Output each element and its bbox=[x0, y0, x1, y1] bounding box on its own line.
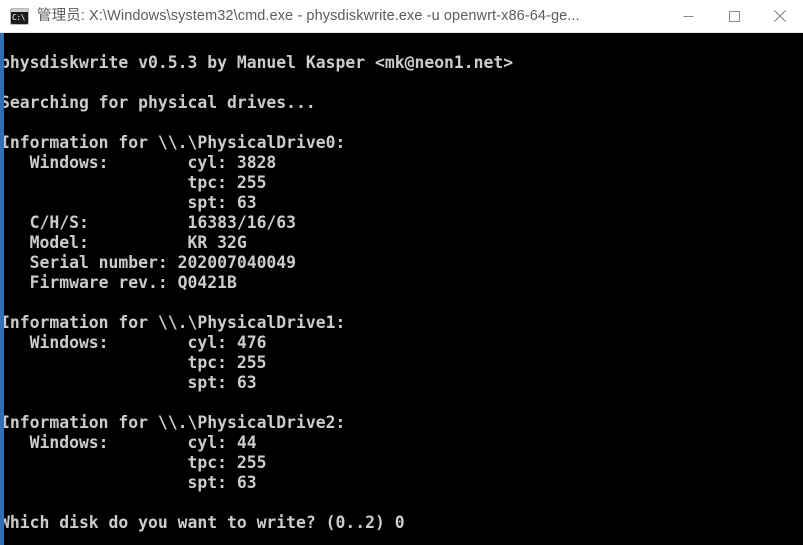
console-line: Firmware rev.: Q0421B bbox=[4, 273, 237, 292]
minimize-button[interactable] bbox=[665, 0, 711, 33]
console-line: Information for \\.\PhysicalDrive1: bbox=[4, 313, 346, 332]
console-line: Information for \\.\PhysicalDrive2: bbox=[4, 413, 346, 432]
console-line: C/H/S: 16383/16/63 bbox=[4, 213, 297, 232]
console-line: spt: 63 bbox=[4, 193, 257, 212]
window-controls bbox=[665, 0, 803, 33]
console-line: Windows: cyl: 476 bbox=[4, 333, 267, 352]
console-line: Information for \\.\PhysicalDrive0: bbox=[4, 133, 346, 152]
maximize-button[interactable] bbox=[711, 0, 757, 33]
window-title: 管理员: X:\Windows\system32\cmd.exe - physd… bbox=[37, 7, 580, 24]
console-line: spt: 63 bbox=[4, 473, 257, 492]
cmd-window: C:\ 管理员: X:\Windows\system32\cmd.exe - p… bbox=[0, 0, 803, 545]
console-line: Model: KR 32G bbox=[4, 233, 247, 252]
console-line: Which disk do you want to write? (0..2) … bbox=[4, 513, 405, 532]
console-line: Searching for physical drives... bbox=[4, 93, 316, 112]
close-icon bbox=[774, 10, 786, 22]
console-line: tpc: 255 bbox=[4, 453, 267, 472]
console-output-area[interactable]: physdiskwrite v0.5.3 by Manuel Kasper <m… bbox=[4, 33, 803, 545]
console-line: spt: 63 bbox=[4, 373, 257, 392]
cmd-console-icon: C:\ bbox=[11, 8, 28, 24]
minimize-icon bbox=[683, 15, 693, 17]
console-line: physdiskwrite v0.5.3 by Manuel Kasper <m… bbox=[4, 53, 514, 72]
console-line: Windows: cyl: 3828 bbox=[4, 153, 277, 172]
maximize-icon bbox=[728, 10, 740, 22]
console-line: tpc: 255 bbox=[4, 353, 267, 372]
close-button[interactable] bbox=[757, 0, 803, 33]
cmd-icon-glyph: C:\ bbox=[12, 12, 25, 22]
console-text: physdiskwrite v0.5.3 by Manuel Kasper <m… bbox=[4, 33, 513, 533]
console-line: Serial number: 202007040049 bbox=[4, 253, 297, 272]
console-line: Windows: cyl: 44 bbox=[4, 433, 257, 452]
console-line: tpc: 255 bbox=[4, 173, 267, 192]
title-bar[interactable]: C:\ 管理员: X:\Windows\system32\cmd.exe - p… bbox=[0, 0, 803, 33]
